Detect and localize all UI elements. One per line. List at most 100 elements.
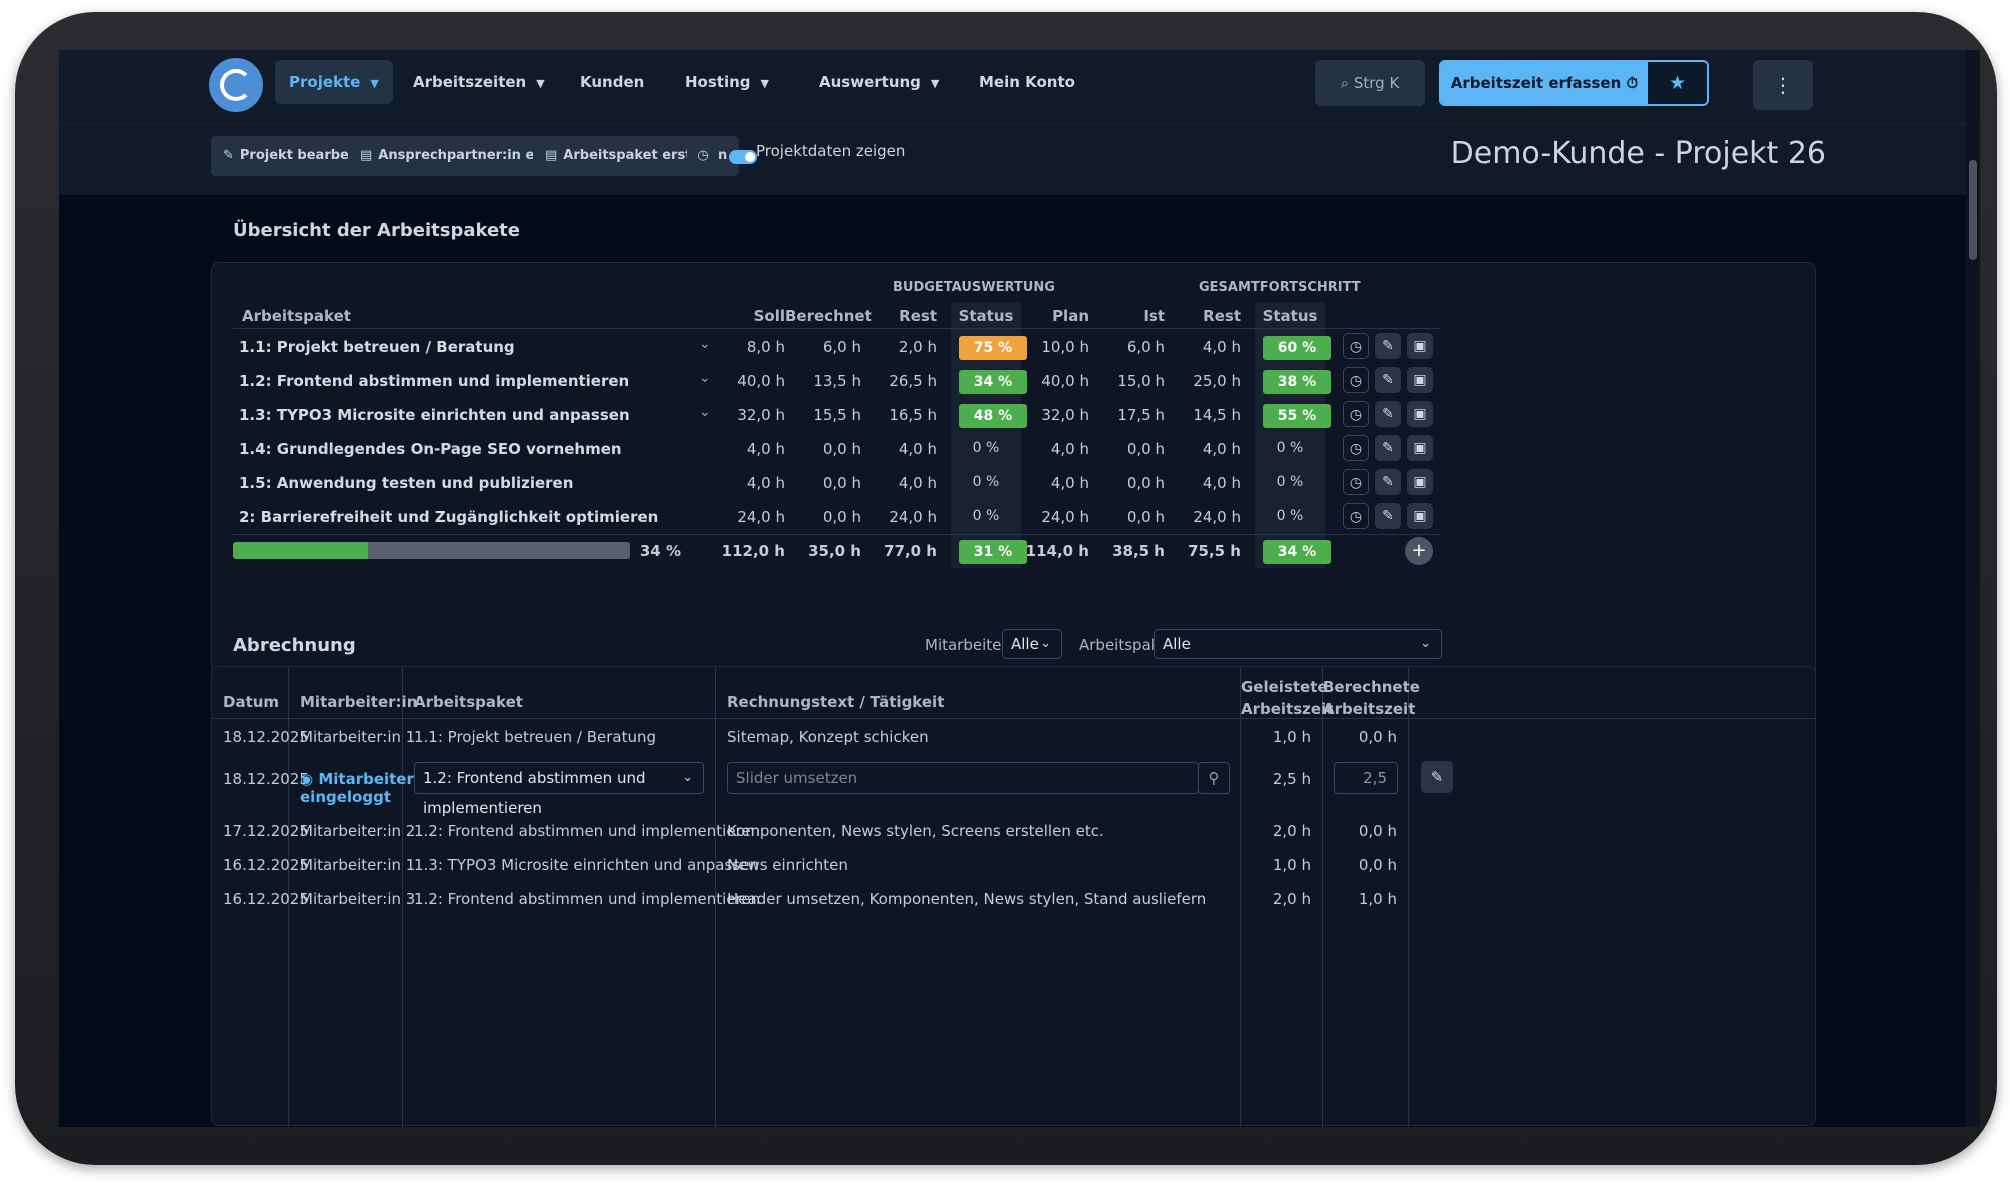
billing-row-employee: Mitarbeiter:in 1: [300, 728, 416, 746]
page-title: Demo-Kunde - Projekt 26: [1450, 136, 1826, 171]
pencil-icon[interactable]: ✎: [1375, 503, 1401, 529]
nav-label: Auswertung: [819, 73, 921, 91]
project-toolbar: ✎ Projekt bearbeiten ▤ Ansprechpartner:in …: [59, 124, 1966, 195]
log-time-button[interactable]: Arbeitszeit erfassen ⏱: [1441, 62, 1648, 104]
pencil-icon[interactable]: ✎: [1375, 367, 1401, 393]
edit-row-billed-input[interactable]: 2,5: [1334, 762, 1398, 794]
nav-item-arbeitszeiten[interactable]: Arbeitszeiten ▼: [399, 60, 559, 104]
col-header-employee: Mitarbeiter:in: [300, 693, 418, 711]
overall-progress-bar: [233, 542, 630, 559]
edit-row-package-select[interactable]: 1.2: Frontend abstimmen und implementier…: [414, 762, 704, 817]
cell-plan: 10,0 h: [1041, 338, 1089, 356]
col-header-billed-line2: Arbeitszeit: [1323, 700, 1416, 718]
more-menu-button[interactable]: ⋮: [1753, 60, 1813, 110]
cell-ist: 17,5 h: [1117, 406, 1165, 424]
billing-row-worked: 2,0 h: [1272, 822, 1311, 840]
history-button[interactable]: ◷: [687, 136, 719, 176]
col-header-berechnet: Berechnet: [785, 307, 872, 325]
clock-icon[interactable]: ◷: [1343, 333, 1369, 359]
add-package-button[interactable]: +: [1405, 537, 1433, 565]
edit-row-text-input[interactable]: Slider umsetzen: [727, 762, 1199, 794]
billing-row-date: 16.12.2025: [223, 890, 309, 908]
app-logo-icon[interactable]: [209, 58, 263, 112]
package-name[interactable]: 1.3: TYPO3 Microsite einrichten und anpa…: [239, 406, 630, 424]
edit-row-save-button[interactable]: ✎: [1421, 761, 1453, 793]
col-header-soll: Soll: [753, 307, 785, 325]
billing-row-text: Komponenten, News stylen, Screens erstel…: [727, 822, 1104, 840]
top-navigation: Projekte ▼ Arbeitszeiten ▼ Kunden Hosting ▼…: [59, 50, 1966, 124]
col-header-billed: Berechnete Arbeitszeit: [1323, 676, 1420, 720]
clock-icon[interactable]: ◷: [1343, 435, 1369, 461]
billing-row-billed: 0,0 h: [1358, 728, 1397, 746]
pencil-icon[interactable]: ✎: [1375, 435, 1401, 461]
chevron-down-icon: ⌄: [1420, 636, 1431, 651]
filter-employee-value: Alle: [1011, 635, 1039, 653]
total-rest2: 75,5 h: [1188, 542, 1241, 560]
scrollbar-thumb[interactable]: [1969, 160, 1977, 260]
clock-icon[interactable]: ◷: [1343, 469, 1369, 495]
project-data-toggle[interactable]: [729, 150, 757, 164]
status2-value: 0 %: [1276, 508, 1304, 524]
caret-down-icon: ▼: [930, 77, 940, 90]
magic-wand-button[interactable]: ⚲: [1198, 762, 1230, 794]
chevron-down-icon: ⌄: [682, 770, 693, 785]
package-name[interactable]: 1.1: Projekt betreuen / Beratung: [239, 338, 515, 356]
billing-row-billed: 1,0 h: [1358, 890, 1397, 908]
log-time-label: Arbeitszeit erfassen: [1450, 74, 1622, 92]
favorite-star-button[interactable]: ★: [1648, 62, 1707, 104]
nav-item-hosting[interactable]: Hosting ▼: [671, 60, 783, 104]
billing-row-package: 1.2: Frontend abstimmen und implementier…: [414, 890, 761, 908]
cell-rest: 2,0 h: [898, 338, 937, 356]
chevron-down-icon: ⌄: [1040, 636, 1051, 651]
search-icon: ⌕: [1340, 74, 1350, 92]
cell-soll: 32,0 h: [737, 406, 785, 424]
cell-rest: 26,5 h: [889, 372, 937, 390]
clock-icon[interactable]: ◷: [1343, 367, 1369, 393]
nav-item-mein-konto[interactable]: Mein Konto: [965, 60, 1089, 104]
nav-label: Hosting: [685, 73, 751, 91]
clipboard-icon[interactable]: ▣: [1407, 503, 1433, 529]
clock-icon[interactable]: ◷: [1343, 401, 1369, 427]
cell-rest: 24,0 h: [889, 508, 937, 526]
package-name[interactable]: 2: Barrierefreiheit und Zugänglichkeit o…: [239, 508, 658, 526]
cell-rest: 4,0 h: [898, 474, 937, 492]
pencil-icon[interactable]: ✎: [1375, 333, 1401, 359]
clipboard-icon[interactable]: ▣: [1407, 367, 1433, 393]
edit-row-worked: 2,5 h: [1272, 770, 1311, 788]
kebab-icon: ⋮: [1773, 73, 1793, 97]
billing-row-package: 1.1: Projekt betreuen / Beratung: [414, 728, 657, 746]
cell-plan: 4,0 h: [1050, 474, 1089, 492]
search-shortcut-label: Strg K: [1353, 74, 1400, 92]
package-name[interactable]: 1.5: Anwendung testen und publizieren: [239, 474, 573, 492]
filter-package-select[interactable]: Alle ⌄: [1154, 629, 1442, 659]
cell-soll: 40,0 h: [737, 372, 785, 390]
cell-plan: 24,0 h: [1041, 508, 1089, 526]
cell-berechnet: 15,5 h: [813, 406, 861, 424]
nav-item-kunden[interactable]: Kunden: [566, 60, 658, 104]
billing-row-date: 18.12.2025: [223, 728, 309, 746]
clock-icon[interactable]: ◷: [1343, 503, 1369, 529]
nav-item-projekte[interactable]: Projekte ▼: [275, 60, 393, 104]
device-frame: Projekte ▼ Arbeitszeiten ▼ Kunden Hosting ▼…: [15, 12, 1997, 1165]
header-divider: [233, 328, 1441, 329]
clock-icon: ◷: [697, 148, 709, 163]
edit-row-date: 18.12.2025: [223, 770, 309, 788]
clipboard-icon[interactable]: ▣: [1407, 469, 1433, 495]
status-value: 0 %: [972, 474, 1000, 490]
billing-row-text: Sitemap, Konzept schicken: [727, 728, 929, 746]
nav-item-auswertung[interactable]: Auswertung ▼: [805, 60, 953, 104]
package-name[interactable]: 1.4: Grundlegendes On-Page SEO vornehmen: [239, 440, 622, 458]
page-scrollbar[interactable]: [1966, 50, 1980, 1127]
search-button[interactable]: ⌕ Strg K: [1315, 60, 1425, 106]
billing-row-package: 1.3: TYPO3 Microsite einrichten und anpa…: [414, 856, 759, 874]
clipboard-icon[interactable]: ▣: [1407, 435, 1433, 461]
progress-percent: 34 %: [639, 542, 681, 560]
clipboard-icon[interactable]: ▣: [1407, 401, 1433, 427]
filter-employee-select[interactable]: Alle ⌄: [1002, 629, 1062, 659]
cell-ist: 15,0 h: [1117, 372, 1165, 390]
pencil-icon[interactable]: ✎: [1375, 469, 1401, 495]
package-name[interactable]: 1.2: Frontend abstimmen und implementier…: [239, 372, 629, 390]
pencil-icon[interactable]: ✎: [1375, 401, 1401, 427]
nav-label: Kunden: [580, 73, 645, 91]
clipboard-icon[interactable]: ▣: [1407, 333, 1433, 359]
